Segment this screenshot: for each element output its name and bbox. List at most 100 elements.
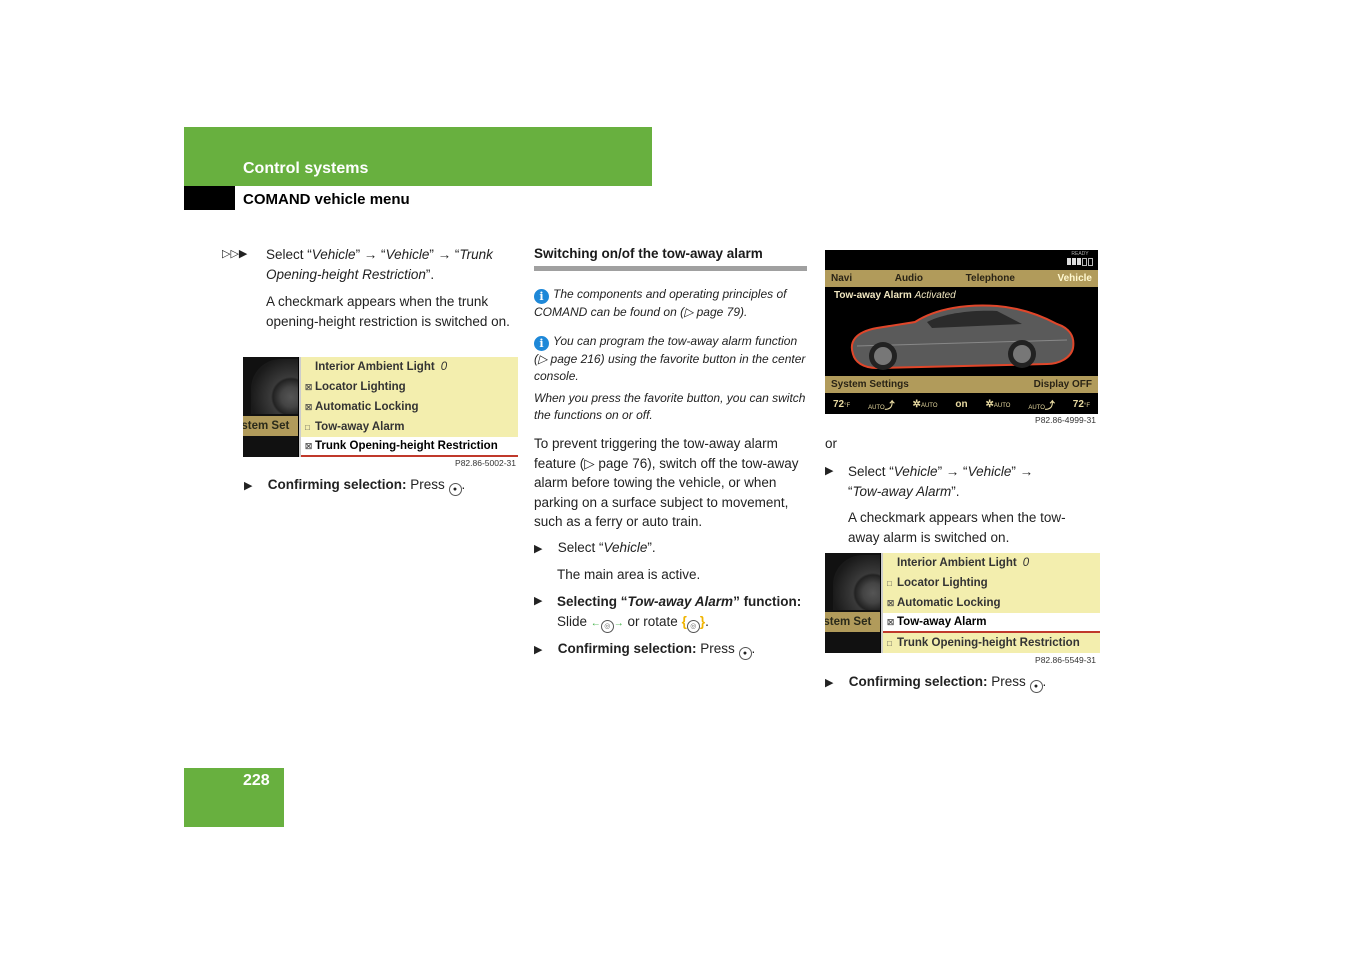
col1-step1-result: A checkmark appears when the trunk openi… xyxy=(266,294,510,329)
col3-step1-result: A checkmark appears when the tow-away al… xyxy=(848,510,1066,545)
section-title: Control systems xyxy=(243,160,369,177)
system-settings-label: ystem Set xyxy=(243,416,298,436)
bullet-icon: ▶ xyxy=(825,465,834,477)
menu-item[interactable]: Interior Ambient Light 0 xyxy=(883,553,1100,573)
menu-screenshot-1: ystem Set Interior Ambient Light0☒Locato… xyxy=(243,357,518,457)
checked-box-icon: ☒ xyxy=(305,442,313,451)
unchecked-box-icon: □ xyxy=(305,423,310,432)
page-number: 228 xyxy=(243,772,270,789)
left-fan-auto: ✲AUTO xyxy=(912,398,938,410)
right-temperature: 72°F xyxy=(1072,398,1090,410)
press-controller-icon: ● xyxy=(1029,680,1043,693)
submenu-bar: System Settings Display OFF xyxy=(825,376,1098,393)
menu-item-label: Automatic Locking xyxy=(315,401,419,413)
bullet-icon: ▶ xyxy=(534,644,543,656)
slide-left-right-icon: ← ◎ → xyxy=(591,618,624,633)
header-marker xyxy=(184,186,235,210)
info-note-2: i You can program the tow-away alarm func… xyxy=(534,334,806,383)
car-thumbnail xyxy=(251,359,298,414)
checked-box-icon: ☒ xyxy=(887,599,895,608)
menu-item[interactable]: Interior Ambient Light 0 xyxy=(301,357,518,377)
menu-item[interactable]: □ Tow-away Alarm xyxy=(301,417,518,437)
section-heading: Switching on/of the tow-away alarm xyxy=(534,246,763,261)
menu-item-label: Automatic Locking xyxy=(897,597,1001,609)
menu-list: Interior Ambient Light 0 ☒ Locator Lighting… xyxy=(299,357,518,457)
checked-box-icon: ☒ xyxy=(305,403,313,412)
airflow-icon: ⤴ xyxy=(1044,400,1055,412)
heading-rule xyxy=(534,266,807,271)
fan-icon: ✲ xyxy=(912,398,921,410)
menu-item-label: Trunk Opening-height Restriction xyxy=(315,440,498,452)
menu-item[interactable]: □ Locator Lighting xyxy=(883,573,1100,593)
right-fan-auto: ✲AUTO xyxy=(985,398,1011,410)
menu-list: Interior Ambient Light 0 □ Locator Lighting… xyxy=(881,553,1100,653)
rotate-controller-icon: {◎} xyxy=(682,614,705,633)
tow-alarm-status: Tow-away Alarm Activated xyxy=(834,290,956,301)
system-settings-menu: System Settings xyxy=(831,379,909,390)
left-airflow-auto: AUTO⤴ xyxy=(868,400,895,412)
col2-step1: ▶ Select “Vehicle”. xyxy=(534,538,809,560)
col3-confirm-step: ▶ Confirming selection: Press ●. xyxy=(825,672,1105,694)
menu-item-label: Tow-away Alarm xyxy=(897,616,987,628)
menu-item-label: Locator Lighting xyxy=(315,381,406,393)
unchecked-box-icon: □ xyxy=(887,639,892,648)
nav-item-vehicle[interactable]: Vehicle xyxy=(1058,270,1092,287)
airflow-icon: ⤴ xyxy=(884,400,895,412)
right-airflow-auto: AUTO⤴ xyxy=(1028,400,1055,412)
menu-screenshot-2: ystem Set Interior Ambient Light 0 □ Locato… xyxy=(825,553,1100,653)
menu-item[interactable]: ☒ Tow-away Alarm xyxy=(883,613,1100,633)
bullet-icon: ▶ xyxy=(244,480,253,492)
image-caption: P82.86-4999-31 xyxy=(1035,415,1096,425)
fan-icon: ✲ xyxy=(985,398,994,410)
info-icon: i xyxy=(534,336,549,351)
ready-indicator: READY xyxy=(1067,251,1093,266)
display-off-menu: Display OFF xyxy=(1033,379,1092,390)
subsection-title: COMAND vehicle menu xyxy=(243,191,410,208)
nav-item-telephone[interactable]: Telephone xyxy=(966,270,1015,287)
menu-item-label: Trunk Opening-height Restriction xyxy=(897,637,1080,649)
menu-item-value: 0 xyxy=(1022,557,1030,569)
main-function-bar: Navi Audio Telephone Vehicle xyxy=(825,270,1098,287)
menu-item[interactable]: ☒ Trunk Opening-height Restriction xyxy=(301,437,518,457)
menu-item-label: Interior Ambient Light xyxy=(897,557,1017,569)
note-3: When you press the favorite button, you … xyxy=(534,391,806,422)
menu-item[interactable]: ☒ Automatic Locking xyxy=(883,593,1100,613)
image-caption: P82.86-5002-31 xyxy=(455,458,516,468)
car-thumbnail xyxy=(833,555,880,610)
comand-display-screenshot: READY Navi Audio Telephone Vehicle Tow-away… xyxy=(825,250,1098,414)
menu-item-label: Tow-away Alarm xyxy=(315,421,405,433)
info-icon: i xyxy=(534,289,549,304)
climate-on: on xyxy=(955,398,968,410)
left-temperature: 72°F xyxy=(833,398,851,410)
or-text: or xyxy=(825,436,838,451)
col2-step3: ▶ Confirming selection: Press ●. xyxy=(534,639,809,661)
tow-alarm-paragraph: To prevent triggering the tow-away alarm… xyxy=(534,436,799,529)
col2-step1-result: The main area is active. xyxy=(557,567,701,582)
image-caption: P82.86-5549-31 xyxy=(1035,655,1096,665)
unchecked-box-icon: □ xyxy=(887,579,892,588)
press-controller-icon: ● xyxy=(738,647,752,660)
vehicle-illustration xyxy=(850,304,1075,370)
menu-item-value: 0 xyxy=(440,361,448,373)
col1-step1: ▷▷▶ Select “Vehicle” → “Vehicle” → “Trun… xyxy=(222,247,493,282)
ready-level-bars xyxy=(1067,258,1093,266)
col2-step2: ▶ Selecting “Tow-away Alarm” function: S… xyxy=(534,592,809,633)
press-controller-icon: ● xyxy=(448,483,462,496)
bullet-icon: ▶ xyxy=(825,677,834,689)
col1-confirm-step: ▶ Confirming selection: Press ●. xyxy=(244,475,524,497)
climate-status-bar: 72°F AUTO⤴ ✲AUTO on ✲AUTO AUTO⤴ 72°F xyxy=(825,394,1098,414)
nav-item-navi[interactable]: Navi xyxy=(831,270,852,287)
checked-box-icon: ☒ xyxy=(887,618,895,627)
system-settings-label: ystem Set xyxy=(825,612,880,632)
continued-marker-icon: ▷▷▶ xyxy=(222,248,248,260)
menu-item-label: Interior Ambient Light xyxy=(315,361,435,373)
col3-step1: ▶ Select “Vehicle” → “Vehicle” → “Tow-aw… xyxy=(825,464,1034,499)
bullet-icon: ▶ xyxy=(534,543,543,555)
menu-item-label: Locator Lighting xyxy=(897,577,988,589)
checked-box-icon: ☒ xyxy=(305,383,313,392)
menu-item[interactable]: □ Trunk Opening-height Restriction xyxy=(883,633,1100,653)
menu-item[interactable]: ☒ Automatic Locking xyxy=(301,397,518,417)
menu-item[interactable]: ☒ Locator Lighting xyxy=(301,377,518,397)
bullet-icon: ▶ xyxy=(534,595,543,607)
nav-item-audio[interactable]: Audio xyxy=(895,270,923,287)
